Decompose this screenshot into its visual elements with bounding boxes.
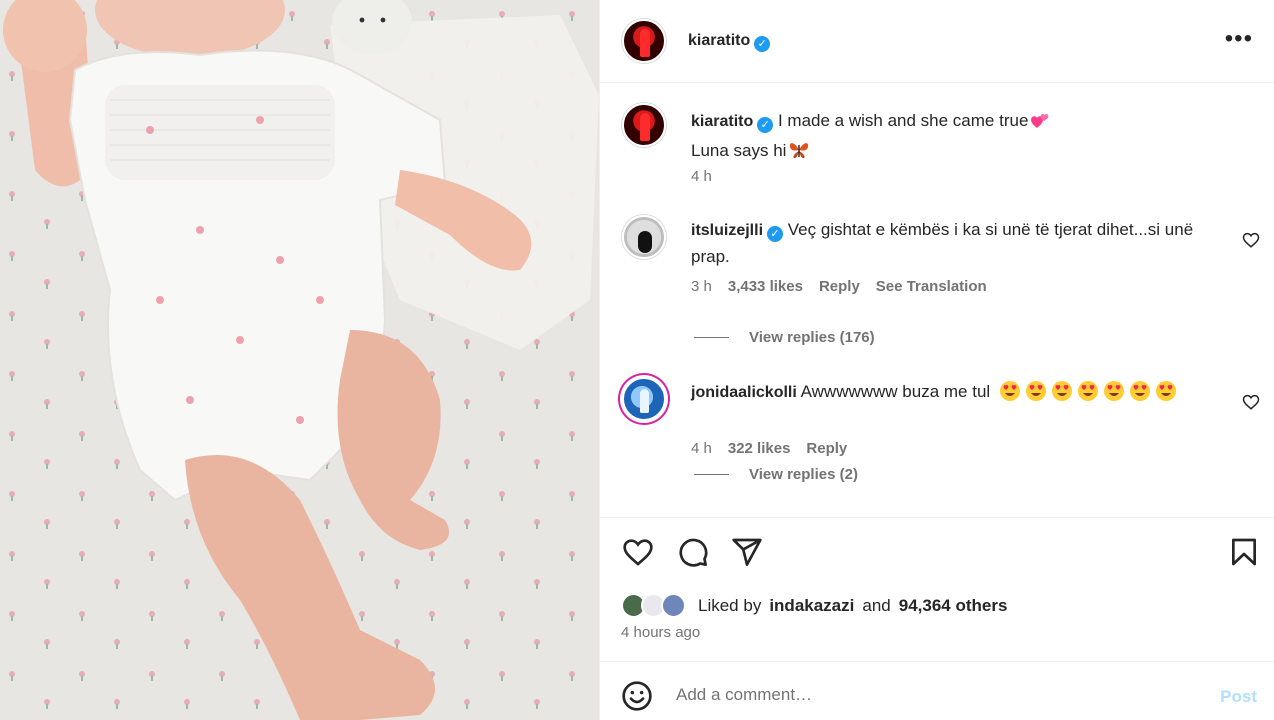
heart-eyes-emoji — [1129, 381, 1150, 401]
comment-meta: 4 h 322 likes Reply — [691, 440, 847, 457]
comment-time[interactable]: 3 h — [691, 278, 712, 295]
caption-time[interactable]: 4 h — [691, 168, 712, 185]
comment-text: jonidaalickolli Awwwwwww buza me tul — [691, 379, 1231, 406]
liked-by-count[interactable]: 94,364 others — [899, 596, 1008, 616]
heart-eyes-emoji — [1051, 381, 1072, 401]
comment-meta: 3 h 3,433 likes Reply See Translation — [691, 278, 987, 295]
verified-badge-icon: ✓ — [767, 226, 784, 242]
comment-likes[interactable]: 3,433 likes — [728, 278, 803, 295]
post-actions: Liked by indakazazi and 94,364 others 4 … — [600, 517, 1274, 661]
view-replies-button[interactable]: View replies (2) — [694, 466, 994, 483]
replies-divider-line — [694, 474, 729, 475]
caption-text: kiaratito ✓ I made a wish and she came tr… — [691, 108, 1231, 168]
heart-eyes-emoji — [1155, 381, 1176, 401]
comment-username[interactable]: jonidaalickolli — [691, 384, 797, 401]
bookmark-icon[interactable] — [1228, 536, 1260, 568]
comment-body: Awwwwwww buza me tul — [800, 382, 991, 401]
verified-badge-icon: ✓ — [757, 117, 774, 133]
liker-avatar[interactable] — [661, 593, 686, 618]
more-horizontal-icon[interactable]: ••• — [1225, 27, 1253, 51]
butterfly-emoji — [788, 140, 810, 168]
post-details-panel: kiaratito ✓ ••• kiaratito ✓ I made a wish … — [599, 0, 1274, 720]
liked-by-prefix: Liked by — [698, 595, 762, 615]
heart-eyes-emoji-group — [995, 381, 1177, 401]
comment-icon[interactable] — [677, 536, 709, 568]
comment-time[interactable]: 4 h — [691, 440, 712, 457]
baby-photo-illustration — [0, 0, 599, 720]
commenter-avatar-story-ring[interactable] — [622, 377, 666, 421]
comment-reply-button[interactable]: Reply — [819, 278, 860, 295]
heart-eyes-emoji — [999, 381, 1020, 401]
author-username[interactable]: kiaratito — [688, 32, 750, 49]
comment-likes[interactable]: 322 likes — [728, 440, 791, 457]
view-replies-label: View replies (176) — [749, 329, 875, 346]
likes-summary: Liked by indakazazi and 94,364 others — [621, 593, 1007, 618]
caption-line-1: I made a wish and she came true — [777, 111, 1029, 130]
heart-icon[interactable] — [1242, 393, 1260, 411]
post-comment-button[interactable]: Post — [1220, 687, 1257, 707]
post-header: kiaratito ✓ ••• — [600, 0, 1274, 83]
heart-eyes-emoji — [1103, 381, 1124, 401]
view-replies-button[interactable]: View replies (176) — [694, 329, 994, 346]
liker-avatars — [621, 593, 690, 618]
comment-reply-button[interactable]: Reply — [806, 440, 847, 457]
liked-by-joiner: and — [862, 595, 891, 615]
heart-eyes-emoji — [1077, 381, 1098, 401]
comment-text: itsluizejlli ✓ Veç gishtat e këmbës i ka … — [691, 217, 1231, 270]
smiley-icon[interactable] — [621, 680, 653, 712]
two-hearts-emoji — [1030, 112, 1050, 138]
comment-body: Veç gishtat e këmbës i ka si unë të tjer… — [691, 220, 1194, 266]
caption-author-avatar[interactable] — [622, 103, 666, 147]
share-icon[interactable] — [731, 536, 763, 568]
caption-line-2: Luna says hi — [691, 141, 787, 160]
add-comment-bar: Post — [600, 661, 1274, 720]
heart-icon[interactable] — [622, 536, 654, 568]
see-translation-button[interactable]: See Translation — [876, 278, 987, 295]
comment-username[interactable]: itsluizejlli — [691, 222, 763, 239]
commenter-avatar[interactable] — [622, 215, 666, 259]
author-avatar[interactable] — [622, 19, 666, 63]
author-name-row: kiaratito ✓ — [688, 32, 771, 52]
liked-by-user[interactable]: indakazazi — [769, 596, 854, 616]
heart-eyes-emoji — [1025, 381, 1046, 401]
comment-input[interactable] — [676, 678, 1196, 712]
caption-username[interactable]: kiaratito — [691, 113, 753, 130]
replies-divider-line — [694, 337, 729, 338]
heart-icon[interactable] — [1242, 231, 1260, 249]
verified-badge-icon: ✓ — [754, 36, 771, 52]
view-replies-label: View replies (2) — [749, 466, 858, 483]
post-timestamp[interactable]: 4 hours ago — [621, 624, 700, 641]
post-photo[interactable] — [0, 0, 599, 720]
